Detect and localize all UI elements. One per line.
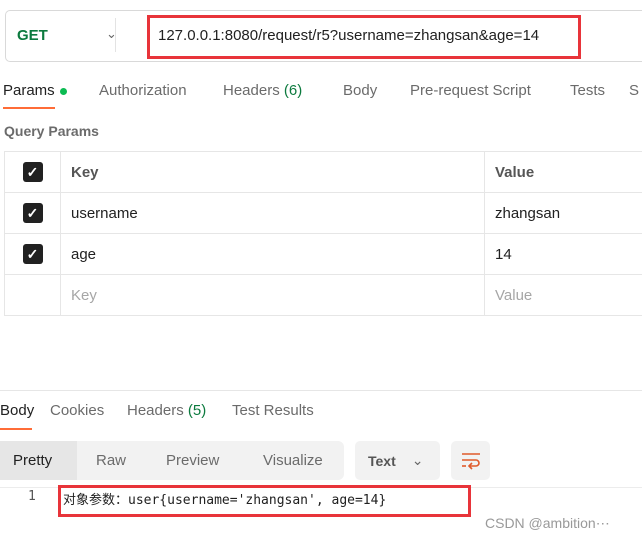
- checkbox-checked-icon[interactable]: ✓: [22, 244, 43, 264]
- tab-headers[interactable]: Headers (6): [223, 82, 302, 99]
- wrap-lines-button[interactable]: [451, 441, 490, 480]
- tab-body[interactable]: Body: [343, 82, 377, 99]
- param-key[interactable]: age: [61, 234, 485, 274]
- pane-divider[interactable]: [0, 390, 642, 391]
- tab-tests[interactable]: Tests: [570, 82, 605, 99]
- key-input[interactable]: Key: [61, 275, 485, 315]
- checkbox-checked-icon[interactable]: ✓: [22, 203, 43, 223]
- column-header-value: Value: [495, 163, 535, 181]
- line-number: 1: [28, 489, 36, 504]
- tab-label: Params: [3, 82, 55, 99]
- url-input[interactable]: 127.0.0.1:8080/request/r5?username=zhang…: [158, 27, 539, 44]
- table-row: ✓ age 14: [5, 234, 642, 275]
- view-pretty[interactable]: Pretty: [0, 441, 77, 480]
- response-highlight: [58, 485, 471, 517]
- wrap-lines-icon: [461, 452, 480, 470]
- response-tab-body[interactable]: Body: [0, 402, 34, 419]
- table-row: ✓ username zhangsan: [5, 193, 642, 234]
- active-tab-underline: [0, 428, 32, 430]
- param-value[interactable]: zhangsan: [485, 193, 642, 233]
- view-mode-group: Pretty Raw Preview Visualize: [0, 441, 344, 480]
- empty-cell: [5, 275, 61, 315]
- select-all-cell[interactable]: ✓: [5, 152, 61, 192]
- tab-count: (5): [187, 402, 207, 419]
- view-preview[interactable]: Preview: [166, 441, 219, 480]
- table-header: ✓ Key Value: [5, 152, 642, 193]
- params-table: ✓ Key Value ✓ username zhangsan ✓ age 14…: [4, 151, 642, 316]
- active-tab-underline: [3, 107, 55, 109]
- response-tab-test-results[interactable]: Test Results: [232, 402, 314, 419]
- format-select[interactable]: Text ⌄: [355, 441, 440, 480]
- checkbox-cell[interactable]: ✓: [5, 193, 61, 233]
- response-tab-cookies[interactable]: Cookies: [50, 402, 104, 419]
- checkbox-cell[interactable]: ✓: [5, 234, 61, 274]
- tab-authorization[interactable]: Authorization: [99, 82, 187, 99]
- section-title: Query Params: [4, 123, 99, 139]
- divider: [115, 18, 116, 52]
- value-input[interactable]: Value: [485, 275, 642, 315]
- tab-count: (6): [283, 82, 303, 99]
- param-key[interactable]: username: [61, 193, 485, 233]
- format-label: Text: [368, 452, 396, 469]
- tab-pre-request-script[interactable]: Pre-request Script: [410, 82, 531, 99]
- column-header-key: Key: [61, 152, 485, 192]
- view-visualize[interactable]: Visualize: [263, 441, 323, 480]
- watermark: CSDN @ambition⋯: [485, 515, 610, 531]
- tab-label: Headers: [127, 402, 184, 419]
- view-raw[interactable]: Raw: [96, 441, 126, 480]
- tab-params[interactable]: Params: [3, 82, 67, 99]
- tab-label: Headers: [223, 82, 280, 99]
- table-row-empty: Key Value: [5, 275, 642, 316]
- active-dot-icon: [59, 87, 67, 95]
- chevron-down-icon: ⌄: [411, 452, 424, 468]
- checkbox-checked-icon[interactable]: ✓: [22, 162, 43, 182]
- param-value[interactable]: 14: [485, 234, 642, 274]
- method-select[interactable]: GET: [17, 27, 48, 44]
- tab-settings[interactable]: S: [629, 82, 639, 99]
- response-tab-headers[interactable]: Headers (5): [127, 402, 206, 419]
